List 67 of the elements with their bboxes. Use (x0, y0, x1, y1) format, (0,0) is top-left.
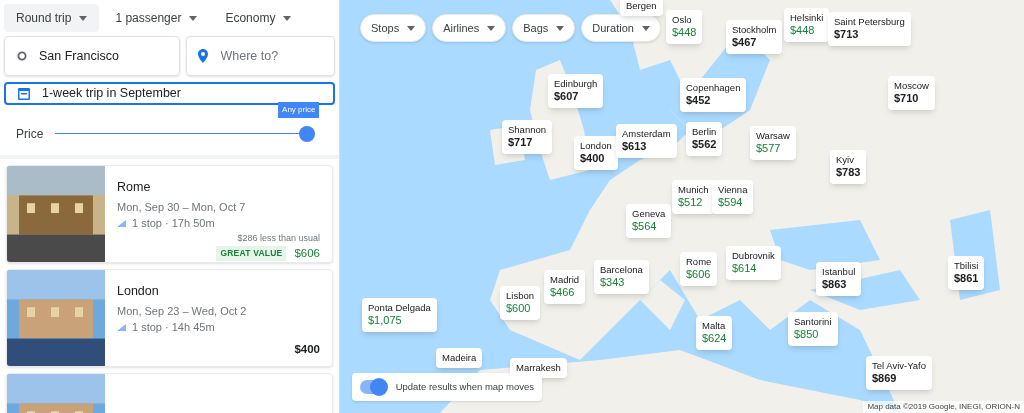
circle-icon (17, 51, 27, 61)
price-pin[interactable]: Madeira (436, 348, 483, 368)
date-field[interactable]: 1-week trip in September (4, 82, 335, 105)
origin-field[interactable]: San Francisco (4, 36, 180, 76)
price-pin[interactable]: Munich $512 (672, 180, 715, 214)
price-pin[interactable]: Tbilisi $861 (948, 256, 985, 290)
filter-chip[interactable]: Stops (360, 14, 427, 42)
price-pin[interactable]: Dubrovnik $614 (726, 246, 781, 280)
map-attribution: Map data ©2019 Google, INEGI, ORION-N (863, 401, 1024, 413)
price-pin[interactable]: Rome $606 (680, 252, 718, 286)
caret-icon (79, 15, 88, 21)
price-pin[interactable]: Warsaw $577 (750, 126, 796, 160)
caret-icon (556, 25, 565, 31)
filter-chip[interactable]: Airlines (432, 14, 507, 42)
caret-icon (407, 25, 416, 31)
plane-wing-icon (117, 219, 126, 227)
price-pin[interactable]: Malta $624 (696, 316, 733, 350)
price-pin[interactable]: London $400 (574, 136, 618, 170)
price-pin[interactable]: Istanbul $863 (816, 262, 862, 296)
price-pin[interactable]: Lisbon $600 (500, 286, 540, 320)
price-slider[interactable] (55, 125, 315, 142)
filter-chip[interactable]: Duration (581, 14, 661, 42)
flight-info: 1 stop · 17h 50m (132, 216, 215, 231)
price-tooltip: Any price (278, 101, 320, 118)
price-pin[interactable]: Shannon $717 (502, 120, 553, 154)
price-note: $286 less than usual (237, 231, 320, 245)
price-pin[interactable]: Edinburgh $607 (548, 74, 604, 108)
price-pin[interactable]: Helsinki $448 (784, 8, 830, 42)
price-pin[interactable]: Madrid $466 (544, 270, 586, 304)
price-pin[interactable]: Copenhagen $452 (680, 78, 747, 112)
price-pin[interactable]: Santorini $850 (788, 312, 838, 346)
slider-thumb[interactable] (299, 125, 315, 142)
trip-dates: Mon, Sep 23 – Wed, Oct 2 (117, 303, 248, 319)
location-pin-icon (197, 49, 208, 63)
calendar-icon (18, 86, 30, 100)
trip-option-dropdown[interactable]: Round trip (4, 4, 100, 32)
great-value-badge: GREAT VALUE (216, 246, 287, 261)
price-pin[interactable]: Moscow $710 (888, 76, 935, 110)
price-pin[interactable]: Bergen (620, 0, 663, 16)
city-name: Rome (117, 178, 152, 196)
price-pin[interactable]: Geneva $564 (626, 204, 672, 238)
result-card[interactable]: Rome Mon, Sep 30 – Mon, Oct 7 1 stop · 17h 50m $286 less than usual GREAT VALUE $606 (6, 164, 333, 263)
price-pin[interactable]: Vienna $594 (712, 180, 754, 214)
price-label: Price (16, 125, 44, 143)
destination-field[interactable]: Where to? (185, 36, 335, 76)
price-pin[interactable]: Ponta Delgada $1,075 (362, 298, 437, 332)
city-name: London (117, 282, 160, 300)
price-pin[interactable]: Tel Aviv-Yafo $869 (866, 356, 933, 390)
plane-wing-icon (117, 323, 126, 331)
caret-icon (641, 25, 650, 31)
price-pin[interactable]: Saint Petersburg $713 (828, 12, 911, 46)
flight-info: 1 stop · 14h 45m (132, 320, 215, 335)
price-pin[interactable]: Berlin $562 (686, 122, 723, 156)
filter-chip[interactable]: Bags (512, 14, 576, 42)
price-pin[interactable]: Oslo $448 (666, 10, 703, 44)
trip-dates: Mon, Sep 30 – Mon, Oct 7 (117, 199, 247, 215)
caret-icon (283, 15, 292, 21)
caret-icon (189, 15, 198, 21)
price-pin[interactable]: Stockholm $467 (726, 20, 783, 54)
price-pin[interactable]: Amsterdam $613 (616, 124, 677, 158)
toggle-label: Update results when map moves (395, 379, 534, 394)
price: $606 (294, 246, 320, 261)
price-pin[interactable]: Kyiv $783 (830, 150, 867, 184)
caret-icon (487, 25, 496, 31)
result-card[interactable]: London Mon, Sep 23 – Wed, Oct 2 1 stop · 14h 45m $400 (6, 268, 333, 367)
price: $400 (294, 341, 320, 357)
price-pin[interactable]: Barcelona $343 (594, 260, 649, 294)
